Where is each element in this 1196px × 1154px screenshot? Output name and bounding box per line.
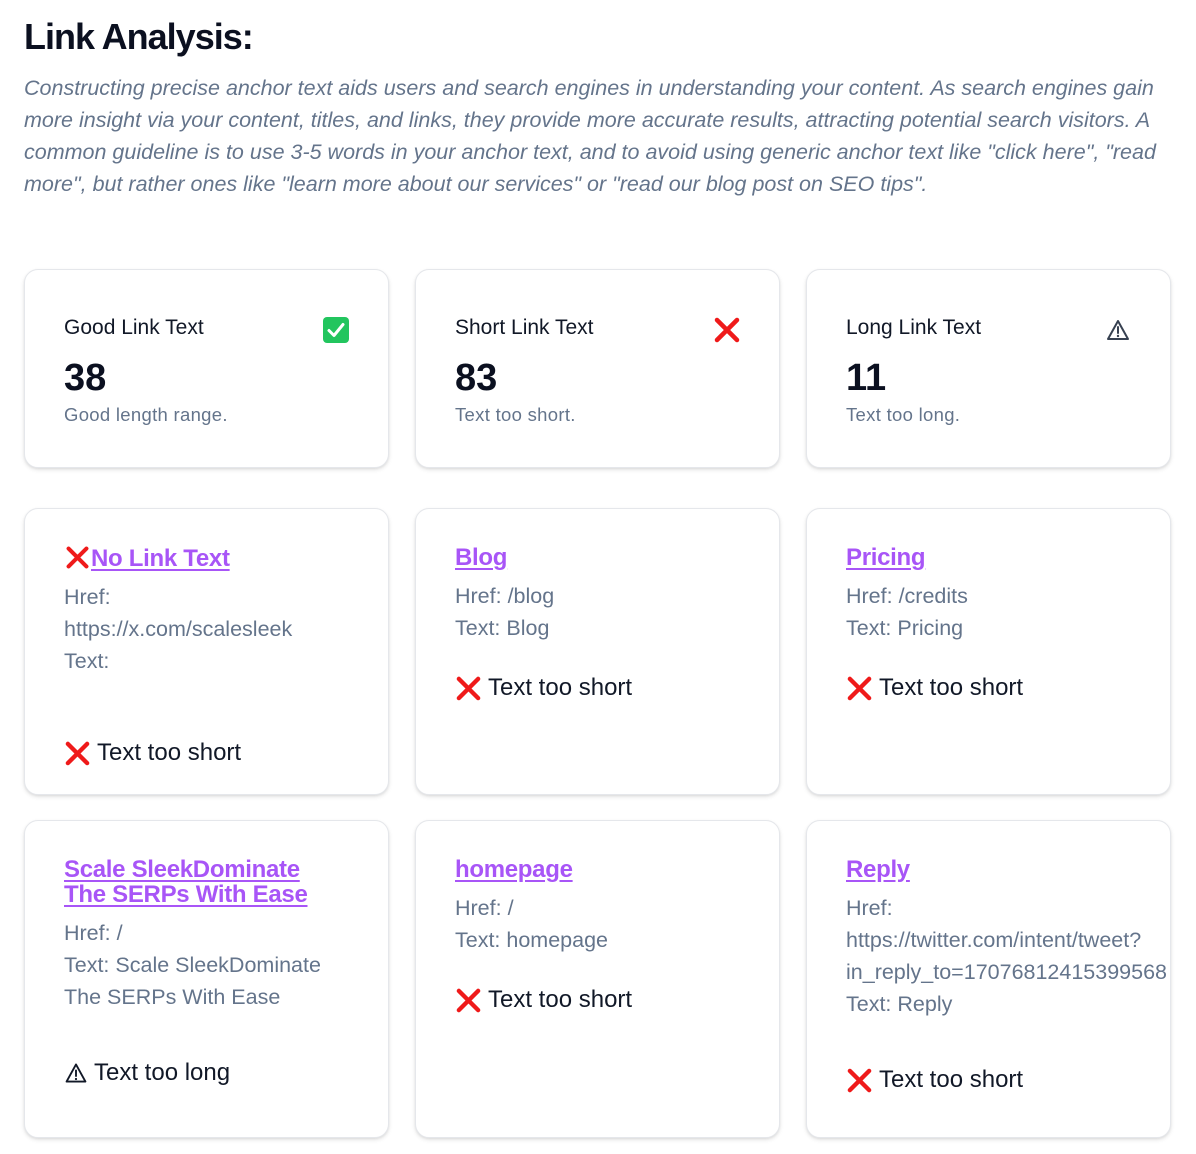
stat-title: Good Link Text <box>64 316 204 339</box>
text-label: Text: <box>846 616 892 640</box>
link-href: Href: <box>64 581 350 613</box>
verdict: Text too short <box>64 736 350 770</box>
href-label: Href: <box>64 585 111 609</box>
check-icon <box>323 317 349 343</box>
stat-value: 83 <box>455 357 498 399</box>
verdict-text: Text too long <box>94 1059 231 1086</box>
text-value: Pricing <box>897 616 964 640</box>
link-card: homepage Href: / Text: homepage Text too… <box>415 820 780 1138</box>
text-value: Reply <box>897 992 953 1016</box>
href-value: / <box>507 896 514 920</box>
stats-grid: Good Link Text 38 Good length range. Sho… <box>24 269 1171 468</box>
link-href: Href: / <box>64 917 350 949</box>
text-label: Text: <box>846 992 892 1016</box>
link-title[interactable]: Reply <box>846 857 1132 882</box>
stat-title: Short Link Text <box>455 316 594 339</box>
cross-icon <box>65 741 90 765</box>
verdict-text: Text too short <box>97 739 242 766</box>
text-label: Text: <box>64 953 110 977</box>
stat-value: 38 <box>64 357 107 399</box>
link-href-value: https://x.com/scalesleek <box>64 617 293 641</box>
link-text: Text: Blog <box>455 612 741 644</box>
href-label: Href: <box>455 584 502 608</box>
stat-card-good: Good Link Text 38 Good length range. <box>24 269 389 468</box>
verdict-text: Text too short <box>488 674 633 701</box>
link-title[interactable]: Pricing <box>846 545 1132 570</box>
link-title[interactable]: No Link Text <box>64 545 350 571</box>
cross-icon <box>456 988 481 1012</box>
cross-icon <box>714 317 740 343</box>
warning-icon <box>65 1063 87 1083</box>
verdict: Text too short <box>455 671 741 705</box>
text-value: Scale SleekDominate <box>115 953 321 977</box>
link-href-value-cont: in_reply_to=17076812415399568 <box>846 960 1168 984</box>
verdict-text: Text too short <box>488 986 633 1013</box>
link-card: Blog Href: /blog Text: Blog Text too sho… <box>415 508 780 795</box>
link-card: No Link Text Href: https://x.com/scalesl… <box>24 508 389 795</box>
stat-desc: Text too long. <box>846 404 961 425</box>
verdict: Text too short <box>846 671 1132 705</box>
intro-text: Constructing precise anchor text aids us… <box>24 76 1156 196</box>
link-text: Text: Reply <box>846 988 1132 1020</box>
href-label: Href: <box>64 921 111 945</box>
verdict: Text too short <box>455 983 741 1017</box>
cross-icon <box>456 676 481 700</box>
verdict: Text too short <box>846 1063 1132 1097</box>
text-value: Blog <box>506 616 550 640</box>
cross-icon <box>66 546 89 569</box>
href-value: /credits <box>898 584 968 608</box>
href-label: Href: <box>846 584 893 608</box>
links-grid: No Link Text Href: https://x.com/scalesl… <box>24 508 1171 1138</box>
link-title-line: Scale SleekDominate <box>64 856 300 883</box>
link-title-line: The SERPs With Ease <box>64 881 308 908</box>
link-href: Href: /credits <box>846 580 1132 612</box>
link-href-value: https://twitter.com/intent/tweet? <box>846 928 1142 952</box>
link-title[interactable]: homepage <box>455 857 741 882</box>
link-href: Href: / <box>455 892 741 924</box>
link-text: Text: Scale SleekDominate <box>64 949 350 981</box>
stat-desc: Good length range. <box>64 404 228 425</box>
link-text: Text: <box>64 645 350 677</box>
link-text: Text: Pricing <box>846 612 1132 644</box>
text-value: homepage <box>506 928 609 952</box>
link-text: Text: homepage <box>455 924 741 956</box>
verdict: Text too long <box>64 1056 350 1090</box>
stat-value: 11 <box>846 357 887 399</box>
cross-icon <box>847 676 872 700</box>
link-text-cont: The SERPs With Ease <box>64 985 281 1009</box>
stat-card-long: Long Link Text 11 Text too long. <box>806 269 1171 468</box>
link-href: Href: /blog <box>455 580 741 612</box>
page-title: Link Analysis: <box>24 16 254 57</box>
link-card: Scale SleekDominate The SERPs With Ease H… <box>24 820 389 1138</box>
text-label: Text: <box>64 649 110 673</box>
link-card: Reply Href: https://twitter.com/intent/t… <box>806 820 1171 1138</box>
link-card: Pricing Href: /credits Text: Pricing Tex… <box>806 508 1171 795</box>
href-value: / <box>116 921 123 945</box>
link-title[interactable]: Blog <box>455 545 741 570</box>
link-analysis-page: Link Analysis: Constructing precise anch… <box>0 0 1196 1138</box>
href-value: /blog <box>507 584 555 608</box>
stat-desc: Text too short. <box>455 404 576 425</box>
verdict-text: Text too short <box>879 1066 1024 1093</box>
text-label: Text: <box>455 928 501 952</box>
stat-title: Long Link Text <box>846 316 982 339</box>
href-label: Href: <box>455 896 502 920</box>
link-href: Href: <box>846 892 1132 924</box>
cross-icon <box>847 1068 872 1092</box>
stat-card-short: Short Link Text 83 Text too short. <box>415 269 780 468</box>
text-label: Text: <box>455 616 501 640</box>
link-title-text: No Link Text <box>91 545 230 572</box>
href-label: Href: <box>846 896 893 920</box>
verdict-text: Text too short <box>879 674 1024 701</box>
link-title[interactable]: Scale SleekDominate The SERPs With Ease <box>64 857 350 907</box>
warning-icon <box>1107 320 1129 340</box>
